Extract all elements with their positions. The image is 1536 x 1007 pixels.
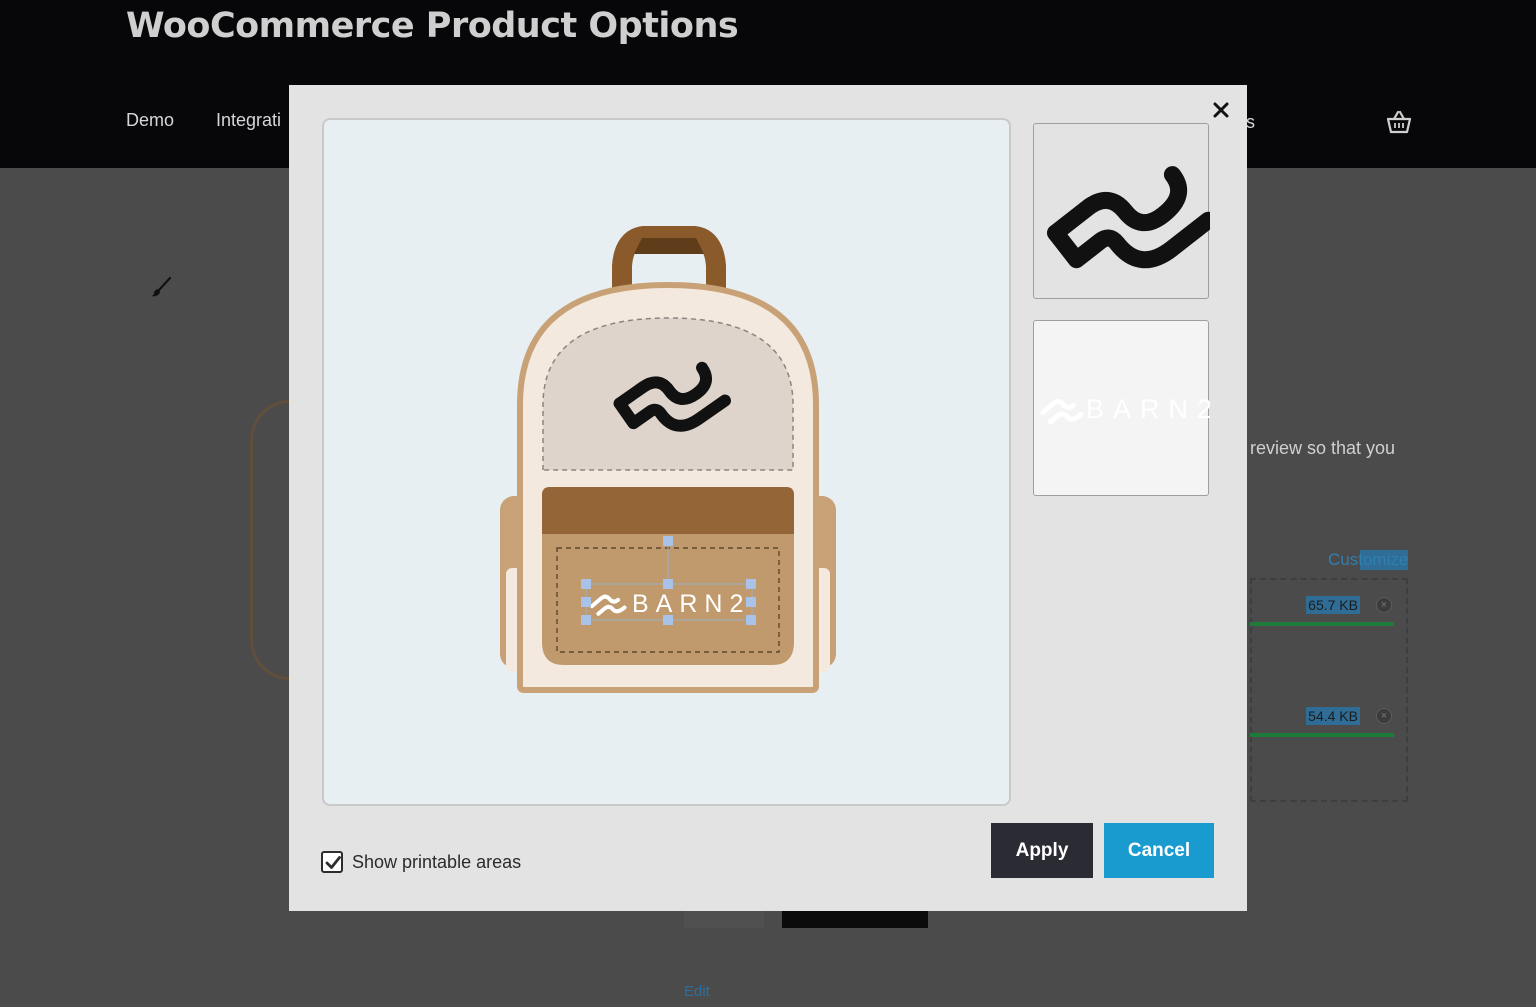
nav-item-integrations[interactable]: Integrati xyxy=(216,110,281,131)
design-thumbnail-wordmark-logo[interactable]: BARN2 xyxy=(1033,320,1212,496)
site-title: WooCommerce Product Options xyxy=(126,6,739,46)
site-nav: Demo Integrati xyxy=(126,110,281,131)
canvas-logo-text: BARN2 xyxy=(632,590,750,618)
file-size: 65.7 KB xyxy=(1306,596,1360,614)
remove-file-icon[interactable]: × xyxy=(1376,708,1392,724)
checkmark-icon xyxy=(325,856,341,869)
close-icon[interactable] xyxy=(1208,97,1234,123)
show-printable-areas-toggle[interactable]: Show printable areas xyxy=(321,851,521,873)
file-size: 54.4 KB xyxy=(1306,707,1360,725)
backpack-product-image: BARN2 xyxy=(500,226,836,693)
customize-link[interactable]: Customize xyxy=(1328,550,1409,570)
cancel-button[interactable]: Cancel xyxy=(1104,823,1214,878)
nav-item-demo[interactable]: Demo xyxy=(126,110,174,131)
uploaded-file-row: 54.4 KB × xyxy=(1250,707,1400,737)
brush-icon xyxy=(151,276,172,297)
barn2-wordmark-logo-image: BARN2 xyxy=(1040,394,1212,425)
basket-icon[interactable] xyxy=(1386,110,1412,134)
design-thumbnail-icon-logo[interactable] xyxy=(1033,123,1217,299)
design-canvas[interactable]: BARN2 xyxy=(322,118,1011,806)
background-add-to-cart-button xyxy=(782,908,928,928)
apply-button[interactable]: Apply xyxy=(991,823,1093,878)
remove-file-icon[interactable]: × xyxy=(1376,597,1392,613)
uploaded-file-row: 65.7 KB × xyxy=(1250,596,1400,626)
nav-item-partial[interactable]: s xyxy=(1246,112,1255,133)
thumbnail-logo-text: BARN2 xyxy=(1086,394,1210,424)
show-printable-areas-label: Show printable areas xyxy=(352,851,522,872)
barn2-icon-logo-image xyxy=(1047,166,1217,269)
customizer-modal: BARN2 BARN2 Show printable areas Apply C… xyxy=(289,85,1247,911)
upload-progress-bar xyxy=(1250,622,1394,626)
show-printable-areas-checkbox[interactable] xyxy=(321,851,343,873)
upload-progress-bar xyxy=(1250,733,1394,737)
background-description: review so that you xyxy=(1250,438,1396,458)
background-quantity-field xyxy=(684,908,764,928)
edit-link[interactable]: Edit xyxy=(684,983,710,1000)
